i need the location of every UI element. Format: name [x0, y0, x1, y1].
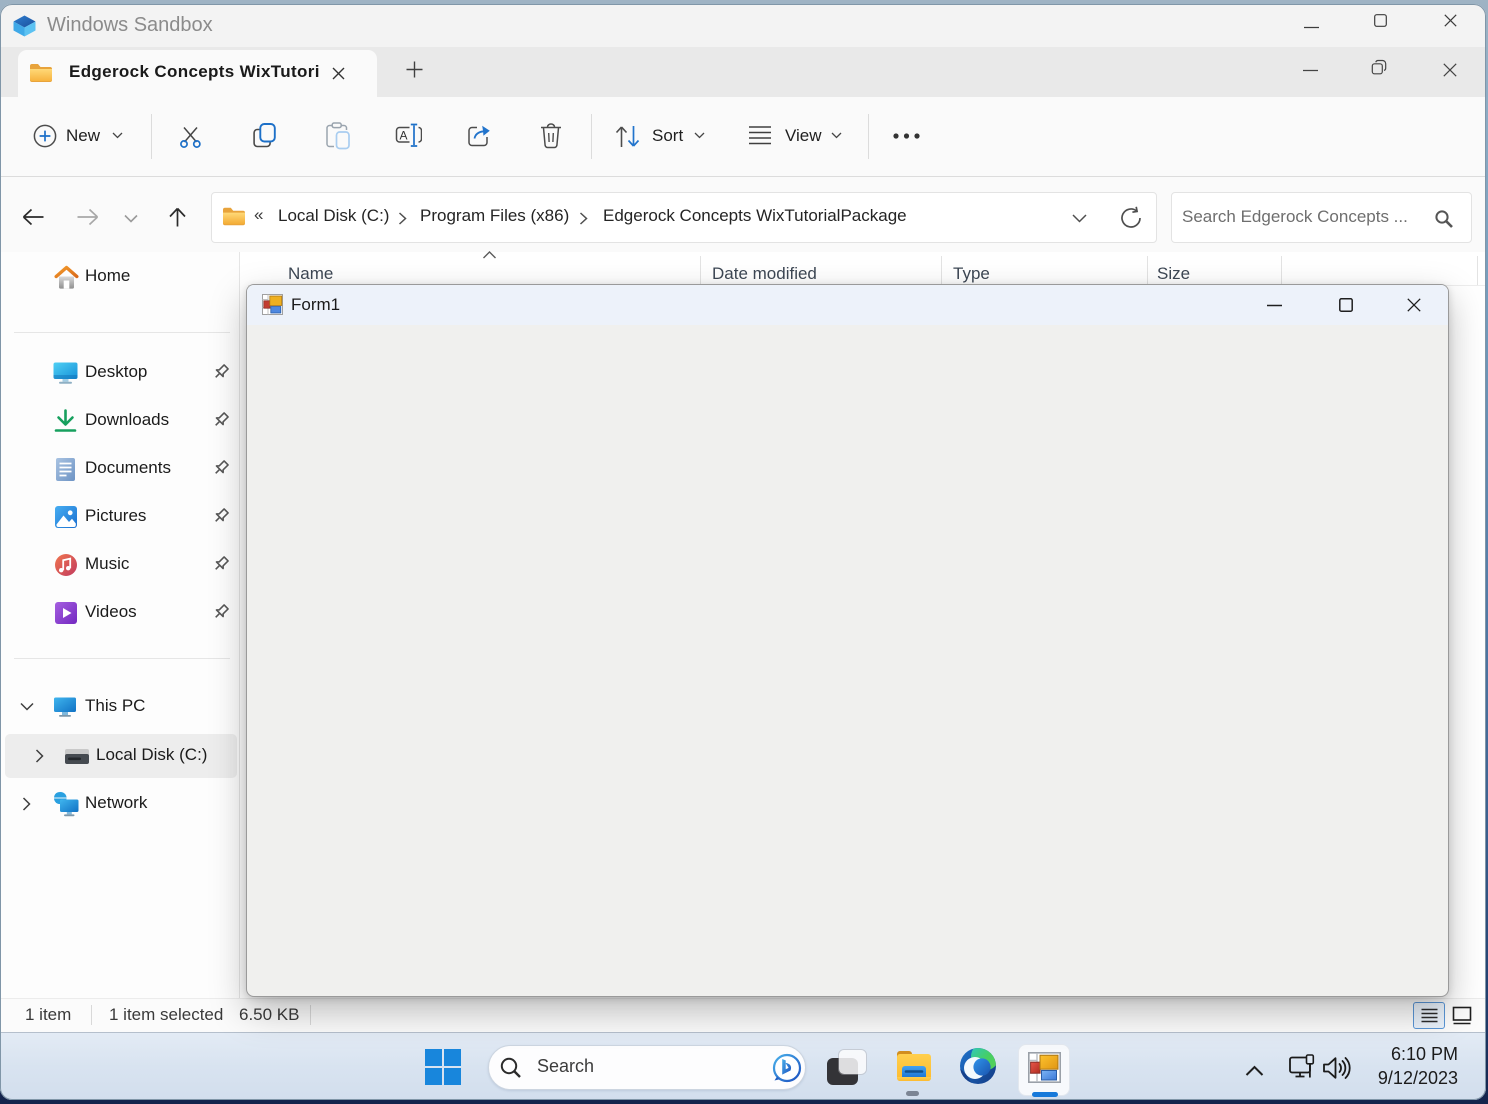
svg-text:A: A — [400, 129, 408, 143]
